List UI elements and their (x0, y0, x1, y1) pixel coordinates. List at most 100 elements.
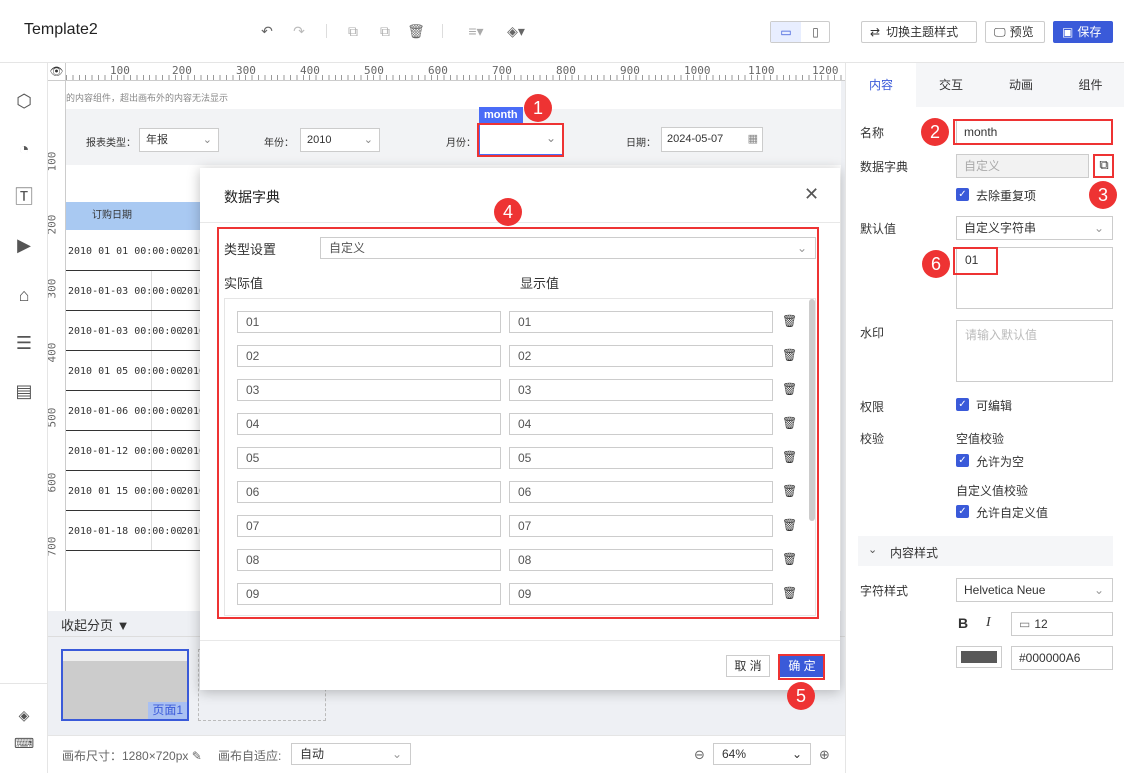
ruler-tick: 300 (48, 278, 59, 299)
dedupe-checkbox[interactable]: ✓ (956, 188, 969, 201)
cancel-button[interactable]: 取 消 (726, 655, 770, 677)
eye-icon[interactable]: 👁 (48, 63, 66, 81)
allow-null-checkbox[interactable]: ✓ (956, 454, 969, 467)
ruler-tick: 600 (48, 472, 59, 493)
chevron-down-icon: ⌄ (1093, 221, 1104, 235)
step-badge: 2 (921, 118, 949, 146)
delete-icon[interactable]: 🗑 (407, 22, 425, 40)
date-label: 日期： (626, 138, 656, 149)
step-badge: 3 (1089, 181, 1117, 209)
table-icon[interactable]: ☰ (12, 331, 36, 355)
dedupe-label: 去除重复项 (976, 189, 1037, 203)
edit-icon[interactable]: ✎ (192, 749, 202, 763)
content-style-section[interactable]: ⌄ 内容样式 (858, 536, 1113, 566)
inbox-icon[interactable]: ⌂ (12, 283, 36, 307)
chevron-down-icon: ⌄ (391, 747, 402, 761)
table-divider (151, 270, 152, 550)
page-thumbnail[interactable]: 页面1 (61, 649, 189, 721)
zoom-out-icon[interactable]: ⊖ (694, 747, 705, 763)
tab-interaction[interactable]: 交互 (916, 63, 986, 107)
close-icon[interactable]: ✕ (804, 184, 819, 205)
table-cell: 2010-01-03 00:00:00 (68, 286, 183, 297)
chevron-down-icon: ⌄ (791, 747, 802, 761)
allow-custom-checkbox[interactable]: ✓ (956, 505, 969, 518)
color-swatch[interactable] (956, 646, 1002, 668)
zoom-select[interactable]: 64% ⌄ (713, 743, 811, 765)
year-select[interactable]: 2010 ⌄ (300, 128, 380, 152)
editable-checkbox[interactable]: ✓ (956, 398, 969, 411)
bold-icon[interactable]: B (958, 615, 968, 631)
device-switch: ▭ ▯ (770, 21, 830, 43)
switch-theme-button[interactable]: ⇄ 切换主题样式 (861, 21, 977, 43)
tab-animation[interactable]: 动画 (986, 63, 1056, 107)
year-label: 年份： (264, 138, 294, 149)
font-size-input[interactable]: ▭ 12 (1011, 612, 1113, 636)
left-sidebar: ⬡ ◔ 🅃 ▶ ⌂ ☰ ▤ ◈ ⌨ (0, 63, 48, 773)
chevron-down-icon: ⌄ (363, 134, 373, 146)
vertical-ruler: 100 200 300 400 500 600 700 (48, 81, 66, 611)
highlight-dict-rows (217, 227, 819, 619)
text-icon[interactable]: 🅃 (12, 185, 36, 209)
thumbnail-header (63, 651, 187, 661)
watermark-textarea[interactable]: 请输入默认值 (956, 320, 1113, 382)
video-icon[interactable]: ▶ (12, 233, 36, 257)
top-bar: Template2 ↶ ↷ ⧉ ⧉ 🗑 ≡▾ ◈▾ ▭ ▯ ⇄ 切换主题样式 🖵 预… (0, 0, 1124, 63)
monitor-icon: 🖵 (994, 25, 1006, 39)
divider (200, 222, 840, 223)
custom-check-label: 自定义值校验 (956, 484, 1029, 498)
step-badge: 6 (922, 250, 950, 278)
table-cell: 2010-01-06 00:00:00 (68, 406, 183, 417)
collapse-pages-button[interactable]: 收起分页 ▼ (61, 615, 130, 634)
save-button[interactable]: ▣ 保存 (1053, 21, 1113, 43)
italic-icon[interactable]: I (986, 615, 991, 631)
color-fill (961, 651, 997, 663)
monitor-icon: ▭ (1019, 617, 1031, 631)
copy-icon[interactable]: ⧉ (344, 22, 362, 40)
triangle-down-icon: ▼ (116, 618, 130, 633)
editable-label: 可编辑 (976, 399, 1013, 413)
font-family-select[interactable]: Helvetica Neue ⌄ (956, 578, 1113, 602)
data-dictionary-input: 自定义 (956, 154, 1089, 178)
default-type-select[interactable]: 自定义字符串 ⌄ (956, 216, 1113, 240)
archive-icon[interactable]: ▤ (12, 379, 36, 403)
highlight-dict-button (1093, 154, 1114, 178)
permission-label: 权限 (860, 400, 885, 414)
report-type-select[interactable]: 年报 ⌄ (139, 128, 219, 152)
null-check-label: 空值校验 (956, 432, 1005, 446)
step-badge: 5 (787, 682, 815, 710)
table-cell: 2010-01-12 00:00:00 (68, 446, 183, 457)
color-hex-input[interactable]: #000000A6 (1011, 646, 1113, 670)
font-style-label: 字符样式 (860, 584, 909, 598)
swap-icon: ⇄ (870, 25, 881, 39)
row-line (66, 310, 200, 311)
row-line (66, 470, 200, 471)
redo-icon[interactable]: ↷ (290, 22, 308, 40)
row-line (66, 270, 200, 271)
validation-label: 校验 (860, 432, 885, 446)
tab-content[interactable]: 内容 (846, 63, 916, 107)
calendar-icon: ▦ (747, 133, 758, 145)
mobile-icon[interactable]: ▯ (801, 22, 830, 42)
dialog-title: 数据字典 (224, 189, 280, 205)
keyboard-icon[interactable]: ⌨ (12, 731, 36, 755)
table-cell: 2010 01 15 00:00:00 (68, 486, 183, 497)
step-badge: 4 (494, 198, 522, 226)
zoom-in-icon[interactable]: ⊕ (819, 747, 830, 763)
chart-pie-icon[interactable]: ◔ (12, 137, 36, 161)
layers-icon[interactable]: ◈ (12, 703, 36, 727)
divider (442, 24, 443, 38)
cube-icon[interactable]: ⬡ (12, 89, 36, 113)
highlight-confirm (778, 654, 825, 680)
divider (326, 24, 327, 38)
desktop-icon[interactable]: ▭ (771, 22, 801, 42)
tab-component[interactable]: 组件 (1056, 63, 1124, 107)
undo-icon[interactable]: ↶ (258, 22, 276, 40)
canvas-adapt-select[interactable]: 自动 ⌄ (291, 743, 411, 765)
paste-icon[interactable]: ⧉ (376, 22, 394, 40)
align-icon[interactable]: ≡▾ (464, 22, 488, 40)
layers-icon[interactable]: ◈▾ (504, 22, 528, 40)
ruler-tick: 200 (48, 214, 59, 235)
allow-null-label: 允许为空 (976, 455, 1025, 469)
preview-button[interactable]: 🖵 预览 (985, 21, 1045, 43)
date-picker[interactable]: 2024-05-07 ▦ (661, 127, 763, 152)
